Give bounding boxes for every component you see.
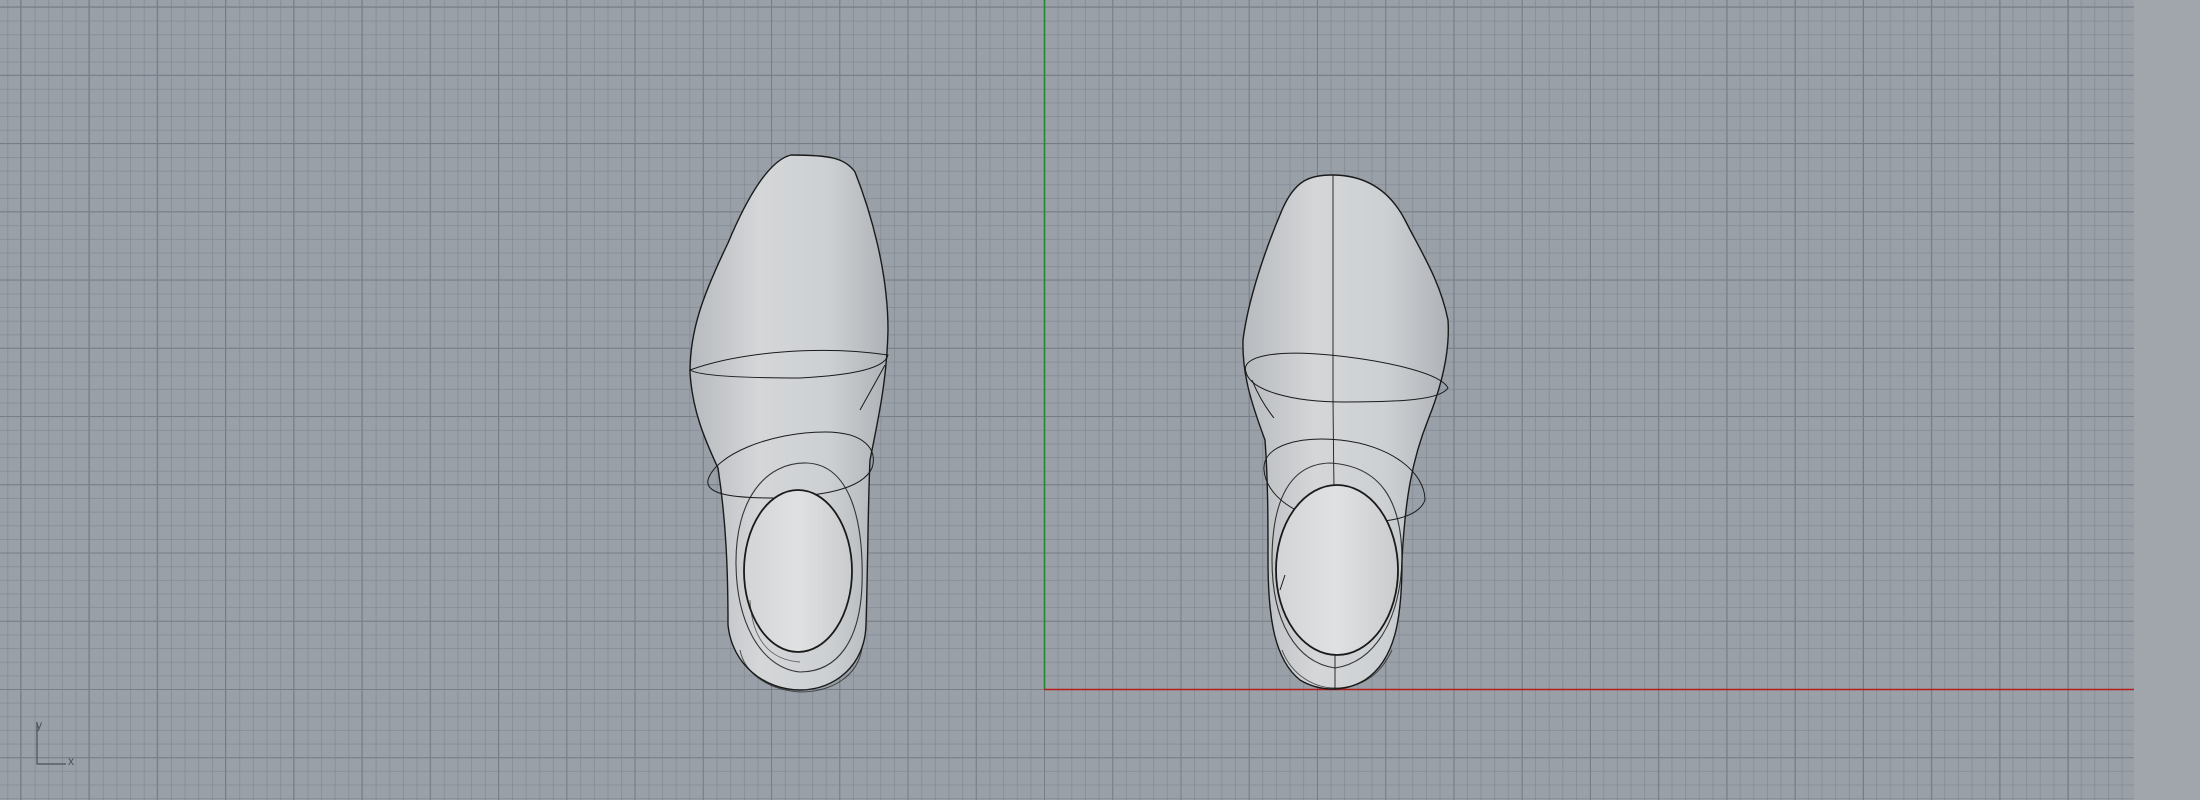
axis-label-x: x xyxy=(68,754,74,768)
shoe-last-left[interactable] xyxy=(688,154,889,693)
right-side-panel xyxy=(2134,0,2200,800)
axis-indicator: y x xyxy=(34,718,80,768)
model-scene[interactable] xyxy=(0,0,2134,800)
heel-opening-left xyxy=(743,489,853,653)
heel-opening-right xyxy=(1275,484,1399,656)
top-viewport[interactable]: y x xyxy=(0,0,2134,800)
shoe-last-right[interactable] xyxy=(1242,174,1450,690)
axis-label-y: y xyxy=(36,718,42,732)
